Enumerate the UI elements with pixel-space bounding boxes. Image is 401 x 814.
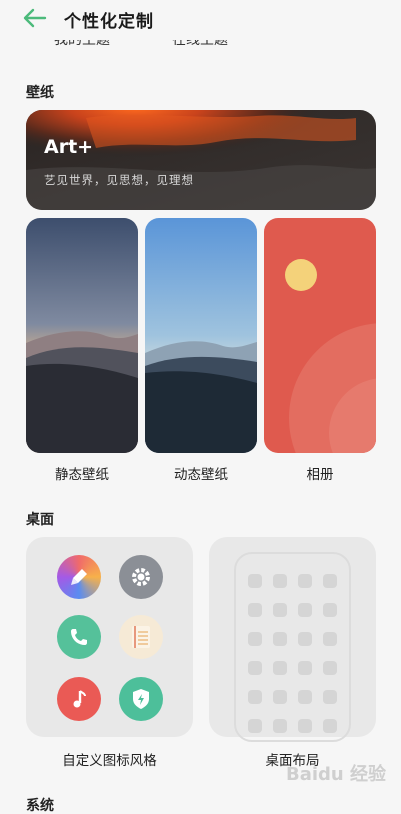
watermark: Baidu 经验 [286, 764, 387, 785]
layout-grid-cell [298, 603, 312, 617]
static-wallpaper-preview [26, 218, 138, 453]
banner-subtitle: 艺见世界，见思想，见理想 [44, 173, 194, 187]
layout-grid-cell [323, 690, 337, 704]
icon-style-label: 自定义图标风格 [62, 753, 157, 769]
dynamic-wallpaper-label: 动态壁纸 [174, 467, 228, 483]
phone-icon [57, 615, 101, 659]
theme-links-row: 我的主题 在线主题 [0, 38, 401, 54]
page-title: 个性化定制 [64, 12, 154, 32]
system-section-title: 系统 [26, 798, 54, 814]
layout-grid-cell [323, 661, 337, 675]
back-button[interactable] [22, 7, 48, 29]
layout-grid-cell [248, 690, 262, 704]
notes-icon [119, 615, 163, 659]
brush-icon [57, 555, 101, 599]
dynamic-wallpaper-card[interactable] [145, 218, 257, 453]
layout-grid-cell [273, 719, 287, 733]
layout-grid-cell [273, 603, 287, 617]
layout-grid-cell [248, 574, 262, 588]
layout-grid-cell [248, 719, 262, 733]
layout-grid-cell [323, 719, 337, 733]
layout-grid-cell [323, 574, 337, 588]
dynamic-wallpaper-preview [145, 218, 257, 453]
phone-layout-preview [234, 552, 351, 742]
layout-grid-cell [298, 719, 312, 733]
art-plus-banner[interactable]: Art+ 艺见世界，见思想，见理想 [26, 110, 376, 210]
layout-grid-cell [273, 574, 287, 588]
desktop-layout-card[interactable] [209, 537, 376, 742]
layout-grid-cell [273, 690, 287, 704]
layout-grid-cell [273, 661, 287, 675]
layout-grid-cell [298, 632, 312, 646]
layout-grid-cell [298, 574, 312, 588]
album-card[interactable] [264, 218, 376, 453]
layout-grid-cell [248, 661, 262, 675]
album-label: 相册 [306, 467, 334, 483]
shield-icon [119, 677, 163, 721]
gear-icon [119, 555, 163, 599]
layout-grid-cell [323, 632, 337, 646]
music-note-icon [57, 677, 101, 721]
lava-banner-image [26, 110, 376, 210]
static-wallpaper-card[interactable] [26, 218, 138, 453]
album-preview [264, 218, 376, 453]
header: 个性化定制 [0, 0, 401, 40]
icon-style-card[interactable] [26, 537, 193, 737]
layout-grid-cell [298, 661, 312, 675]
layout-grid-cell [248, 632, 262, 646]
wallpaper-section-title: 壁纸 [26, 85, 54, 101]
banner-title: Art+ [44, 136, 94, 158]
layout-grid-cell [323, 603, 337, 617]
desktop-section-title: 桌面 [26, 512, 54, 528]
arrow-left-icon [23, 8, 47, 28]
layout-grid-cell [273, 632, 287, 646]
layout-grid-cell [298, 690, 312, 704]
static-wallpaper-label: 静态壁纸 [55, 467, 109, 483]
layout-grid-cell [248, 603, 262, 617]
